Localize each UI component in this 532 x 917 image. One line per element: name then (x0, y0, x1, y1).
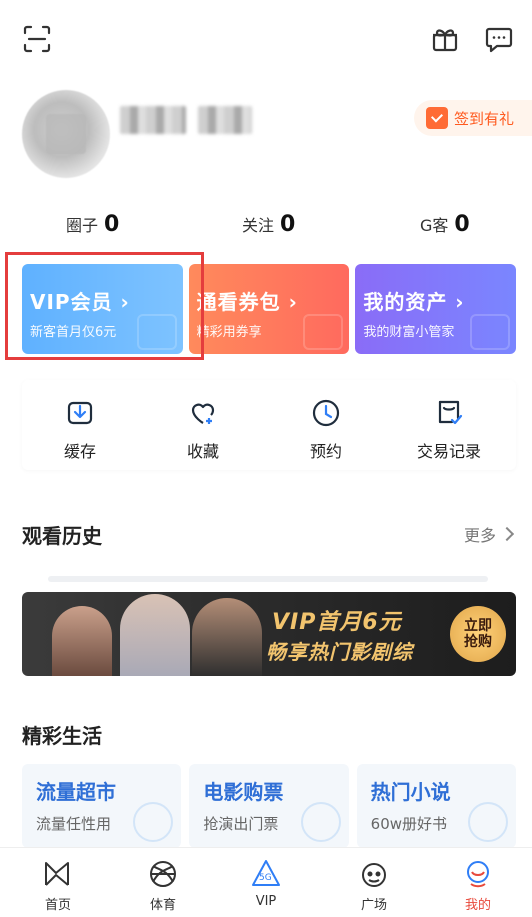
clock-icon (312, 399, 340, 427)
book-icon (467, 802, 508, 842)
stat-value: 0 (104, 212, 120, 237)
download-icon (67, 401, 93, 425)
quick-action-label: 预约 (309, 442, 342, 461)
banner-person (120, 594, 190, 676)
cache-button[interactable]: 缓存 (30, 398, 130, 462)
stat-following[interactable]: 关注 0 (242, 212, 295, 237)
card-title: 我的资产 › (363, 290, 465, 314)
avatar[interactable] (22, 90, 110, 178)
nav-label: 广场 (360, 898, 387, 913)
stat-label: G客 (420, 216, 449, 235)
life-title: 精彩生活 (22, 724, 102, 748)
basketball-icon (150, 861, 176, 887)
banner-subtitle: 畅享热门影剧综 (266, 640, 413, 664)
nav-home[interactable]: 首页 (18, 858, 98, 913)
svg-text:5G: 5G (259, 873, 272, 883)
banner-person (192, 598, 262, 676)
stat-label: 关注 (242, 216, 275, 235)
plaza-icon (362, 863, 386, 887)
quick-actions: 缓存 收藏 预约 交易记录 (22, 380, 516, 470)
tile-title: 电影购票 (203, 780, 284, 804)
stats-row: 圈子 0 关注 0 G客 0 (0, 212, 532, 242)
ticket-icon (303, 314, 344, 350)
history-title: 观看历史 (22, 524, 102, 548)
nav-label: VIP (255, 894, 277, 909)
avatar-blur (46, 114, 86, 154)
history-placeholder (48, 576, 488, 582)
gift-icon[interactable] (430, 24, 460, 54)
scan-icon[interactable] (22, 24, 52, 54)
profile-icon (467, 861, 489, 888)
drop-icon (133, 802, 174, 842)
status-bar (0, 0, 532, 10)
favorites-button[interactable]: 收藏 (153, 398, 253, 462)
nav-label: 首页 (44, 898, 71, 913)
nav-sports[interactable]: 体育 (123, 858, 203, 913)
movie-tickets-tile[interactable]: 电影购票 抢演出门票 (189, 764, 349, 848)
assets-card[interactable]: 我的资产 › 我的财富小管家 (355, 264, 517, 354)
novels-tile[interactable]: 热门小说 60w册好书 (356, 764, 516, 848)
quick-action-label: 缓存 (63, 442, 96, 461)
stat-label: 圈子 (66, 216, 99, 235)
receipt-icon (438, 400, 463, 425)
more-label: 更多 (463, 526, 496, 545)
vip-card-highlight-box (5, 252, 204, 360)
nav-label: 我的 (464, 898, 491, 913)
signin-reward-button[interactable]: 签到有礼 (414, 100, 532, 136)
banner-person (52, 606, 112, 676)
username-blur-block (198, 106, 252, 134)
stat-value: 0 (454, 212, 470, 237)
tile-title: 热门小说 (370, 780, 451, 804)
tile-title: 流量超市 (36, 780, 116, 804)
life-tiles: 流量超市 流量任性用 电影购票 抢演出门票 热门小说 60w册好书 (22, 764, 516, 848)
signin-label: 签到有礼 (454, 110, 515, 128)
stat-value: 0 (280, 212, 296, 237)
chevron-right-icon (499, 526, 515, 542)
ticket-pack-card[interactable]: 通看券包 › 精彩用券享 (188, 264, 350, 354)
5g-vip-icon: 5G (252, 860, 280, 886)
nav-label: 体育 (149, 898, 176, 913)
quick-action-label: 交易记录 (416, 442, 481, 461)
quick-action-label: 收藏 (186, 442, 219, 461)
message-icon[interactable] (484, 24, 514, 54)
nav-vip[interactable]: 5G VIP (226, 858, 306, 909)
bottom-navigation: 首页 体育 5G VIP 广场 我的 (0, 847, 532, 917)
film-reel-icon (300, 802, 341, 842)
banner-title: VIP首月6元 (272, 610, 402, 635)
history-more-link[interactable]: 更多 (463, 522, 515, 546)
banner-people-image (42, 594, 262, 676)
vip-promo-banner[interactable]: VIP首月6元 畅享热门影剧综 立即 抢购 (22, 592, 516, 676)
stat-gke[interactable]: G客 0 (420, 212, 470, 237)
card-title: 通看券包 › (196, 290, 298, 314)
transactions-button[interactable]: 交易记录 (399, 398, 499, 462)
stat-circles[interactable]: 圈子 0 (66, 212, 119, 237)
wallet-icon (470, 314, 511, 350)
banner-cta-label: 立即 抢购 (464, 618, 492, 650)
favorite-icon (191, 403, 215, 424)
username-blurred[interactable] (120, 105, 255, 135)
nav-plaza[interactable]: 广场 (334, 858, 414, 913)
profile-page: 签到有礼 圈子 0 关注 0 G客 0 VIP会员 › 新客首月仅6元 通看券包… (0, 0, 532, 917)
reservations-button[interactable]: 预约 (276, 398, 376, 462)
banner-buy-button[interactable]: 立即 抢购 (450, 606, 506, 662)
data-market-tile[interactable]: 流量超市 流量任性用 (22, 764, 182, 848)
username-blur-block (120, 106, 186, 134)
calendar-check-icon (426, 107, 448, 129)
nav-mine[interactable]: 我的 (438, 858, 518, 913)
home-icon (45, 862, 69, 886)
